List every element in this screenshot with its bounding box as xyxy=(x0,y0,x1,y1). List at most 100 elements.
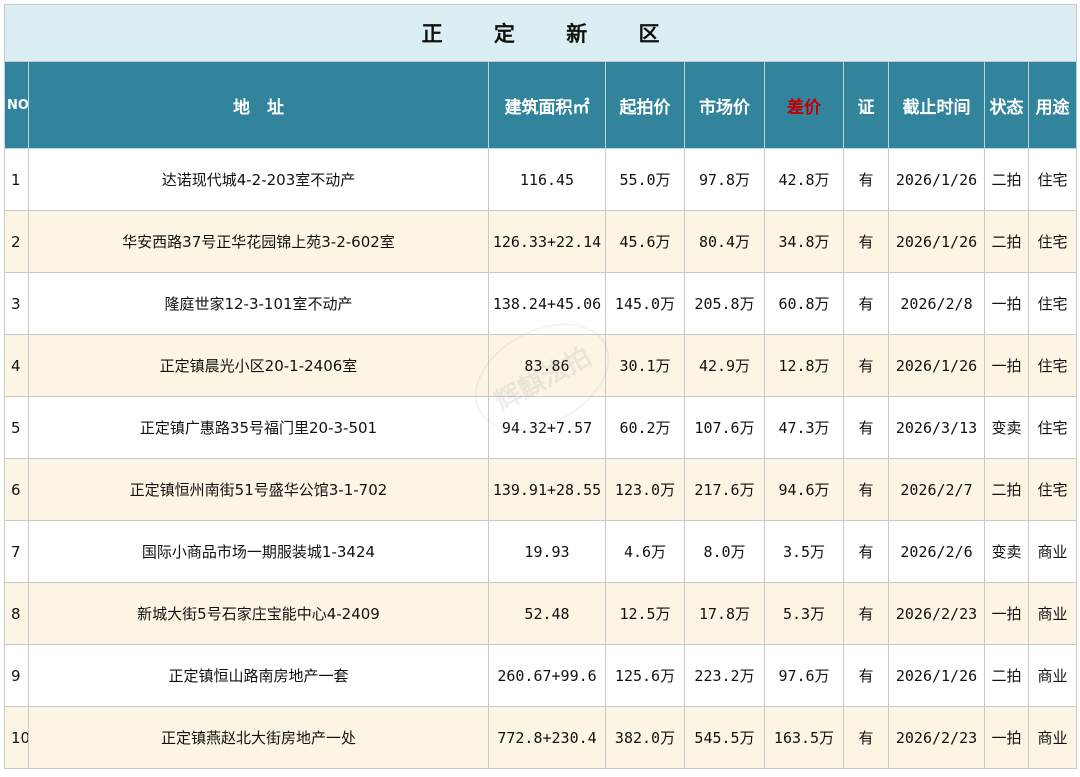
table-row: 6 正定镇恒州南街51号盛华公馆3-1-702 139.91+28.55 123.0万… xyxy=(4,458,1078,521)
cell-usage: 住宅 xyxy=(1027,272,1078,335)
cell-status: 一拍 xyxy=(984,334,1029,397)
header-diff: 差价 xyxy=(764,61,844,149)
header-usage: 用途 xyxy=(1027,61,1078,149)
cell-area: 83.86 xyxy=(488,334,606,397)
cell-market-price: 545.5万 xyxy=(684,706,765,769)
cell-start-price: 12.5万 xyxy=(605,582,685,645)
cell-deadline: 2026/1/26 xyxy=(888,210,985,273)
cell-no: 6 xyxy=(4,458,29,521)
cell-diff: 34.8万 xyxy=(764,210,844,273)
cell-usage: 住宅 xyxy=(1027,396,1078,459)
cell-status: 一拍 xyxy=(984,272,1029,335)
cell-area: 139.91+28.55 xyxy=(488,458,606,521)
cell-cert: 有 xyxy=(843,334,889,397)
cell-area: 116.45 xyxy=(488,148,606,211)
cell-cert: 有 xyxy=(843,148,889,211)
table-row: 1 达诺现代城4-2-203室不动产 116.45 55.0万 97.8万 42.8万有 2… xyxy=(4,148,1078,211)
cell-area: 260.67+99.6 xyxy=(488,644,606,707)
table-row: 3 隆庭世家12-3-101室不动产 138.24+45.06 145.0万 205.8… xyxy=(4,272,1078,335)
cell-start-price: 60.2万 xyxy=(605,396,685,459)
cell-deadline: 2026/1/26 xyxy=(888,334,985,397)
cell-area: 772.8+230.4 xyxy=(488,706,606,769)
table-body: 1 达诺现代城4-2-203室不动产 116.45 55.0万 97.8万 42.8万有 2… xyxy=(4,148,1078,769)
cell-address: 正定镇燕赵北大街房地产一处 xyxy=(28,706,489,769)
cell-no: 7 xyxy=(4,520,29,583)
cell-start-price: 125.6万 xyxy=(605,644,685,707)
cell-status: 一拍 xyxy=(984,706,1029,769)
cell-diff: 97.6万 xyxy=(764,644,844,707)
cell-status: 变卖 xyxy=(984,396,1029,459)
header-address: 地 址 xyxy=(28,61,489,149)
cell-deadline: 2026/1/26 xyxy=(888,644,985,707)
cell-address: 国际小商品市场一期服装城1-3424 xyxy=(28,520,489,583)
cell-cert: 有 xyxy=(843,458,889,521)
cell-cert: 有 xyxy=(843,582,889,645)
cell-market-price: 223.2万 xyxy=(684,644,765,707)
cell-status: 二拍 xyxy=(984,148,1029,211)
cell-market-price: 8.0万 xyxy=(684,520,765,583)
cell-deadline: 2026/3/13 xyxy=(888,396,985,459)
cell-start-price: 30.1万 xyxy=(605,334,685,397)
cell-deadline: 2026/2/6 xyxy=(888,520,985,583)
cell-address: 新城大街5号石家庄宝能中心4-2409 xyxy=(28,582,489,645)
table-row: 8 新城大街5号石家庄宝能中心4-2409 52.48 12.5万 17.8万 5.3万有… xyxy=(4,582,1078,645)
table-row: 5 正定镇广惠路35号福门里20-3-501 94.32+7.57 60.2万 107.… xyxy=(4,396,1078,459)
cell-address: 华安西路37号正华花园锦上苑3-2-602室 xyxy=(28,210,489,273)
cell-address: 正定镇广惠路35号福门里20-3-501 xyxy=(28,396,489,459)
cell-status: 二拍 xyxy=(984,644,1029,707)
cell-start-price: 55.0万 xyxy=(605,148,685,211)
cell-no: 1 xyxy=(4,148,29,211)
cell-deadline: 2026/2/23 xyxy=(888,582,985,645)
cell-usage: 商业 xyxy=(1027,582,1078,645)
header-row: NO. 地 址 建筑面积㎡ 起拍价 市场价 差价 证 截止时间 状态 用途 xyxy=(4,61,1078,149)
cell-usage: 商业 xyxy=(1027,706,1078,769)
cell-diff: 42.8万 xyxy=(764,148,844,211)
cell-market-price: 80.4万 xyxy=(684,210,765,273)
cell-status: 二拍 xyxy=(984,458,1029,521)
cell-start-price: 382.0万 xyxy=(605,706,685,769)
cell-deadline: 2026/2/23 xyxy=(888,706,985,769)
header-no: NO. xyxy=(4,61,29,149)
table-title: 正 定 新 区 xyxy=(3,4,1078,62)
cell-start-price: 145.0万 xyxy=(605,272,685,335)
title-row: 正 定 新 区 xyxy=(3,4,1078,62)
cell-start-price: 123.0万 xyxy=(605,458,685,521)
table-row: 4 正定镇晨光小区20-1-2406室 83.86 30.1万 42.9万 12.8万有 2… xyxy=(4,334,1078,397)
cell-deadline: 2026/2/7 xyxy=(888,458,985,521)
auction-table: 正 定 新 区 NO. 地 址 建筑面积㎡ 起拍价 市场价 差价 证 截止时间 … xyxy=(3,4,1078,769)
cell-no: 2 xyxy=(4,210,29,273)
cell-address: 正定镇恒山路南房地产一套 xyxy=(28,644,489,707)
table-row: 10 正定镇燕赵北大街房地产一处 772.8+230.4 382.0万 545.5万 16… xyxy=(4,706,1078,769)
cell-cert: 有 xyxy=(843,272,889,335)
cell-usage: 商业 xyxy=(1027,644,1078,707)
cell-area: 19.93 xyxy=(488,520,606,583)
cell-diff: 5.3万 xyxy=(764,582,844,645)
cell-no: 9 xyxy=(4,644,29,707)
cell-usage: 住宅 xyxy=(1027,334,1078,397)
cell-start-price: 4.6万 xyxy=(605,520,685,583)
cell-area: 94.32+7.57 xyxy=(488,396,606,459)
cell-usage: 住宅 xyxy=(1027,148,1078,211)
cell-start-price: 45.6万 xyxy=(605,210,685,273)
cell-cert: 有 xyxy=(843,210,889,273)
cell-address: 隆庭世家12-3-101室不动产 xyxy=(28,272,489,335)
cell-diff: 163.5万 xyxy=(764,706,844,769)
cell-market-price: 17.8万 xyxy=(684,582,765,645)
cell-no: 4 xyxy=(4,334,29,397)
cell-market-price: 217.6万 xyxy=(684,458,765,521)
cell-diff: 94.6万 xyxy=(764,458,844,521)
cell-no: 5 xyxy=(4,396,29,459)
cell-market-price: 42.9万 xyxy=(684,334,765,397)
cell-cert: 有 xyxy=(843,706,889,769)
cell-address: 正定镇恒州南街51号盛华公馆3-1-702 xyxy=(28,458,489,521)
header-area: 建筑面积㎡ xyxy=(488,61,606,149)
header-cert: 证 xyxy=(843,61,889,149)
cell-cert: 有 xyxy=(843,396,889,459)
cell-address: 正定镇晨光小区20-1-2406室 xyxy=(28,334,489,397)
cell-no: 10 xyxy=(4,706,29,769)
cell-cert: 有 xyxy=(843,644,889,707)
cell-diff: 12.8万 xyxy=(764,334,844,397)
cell-no: 3 xyxy=(4,272,29,335)
cell-area: 126.33+22.14 xyxy=(488,210,606,273)
cell-address: 达诺现代城4-2-203室不动产 xyxy=(28,148,489,211)
